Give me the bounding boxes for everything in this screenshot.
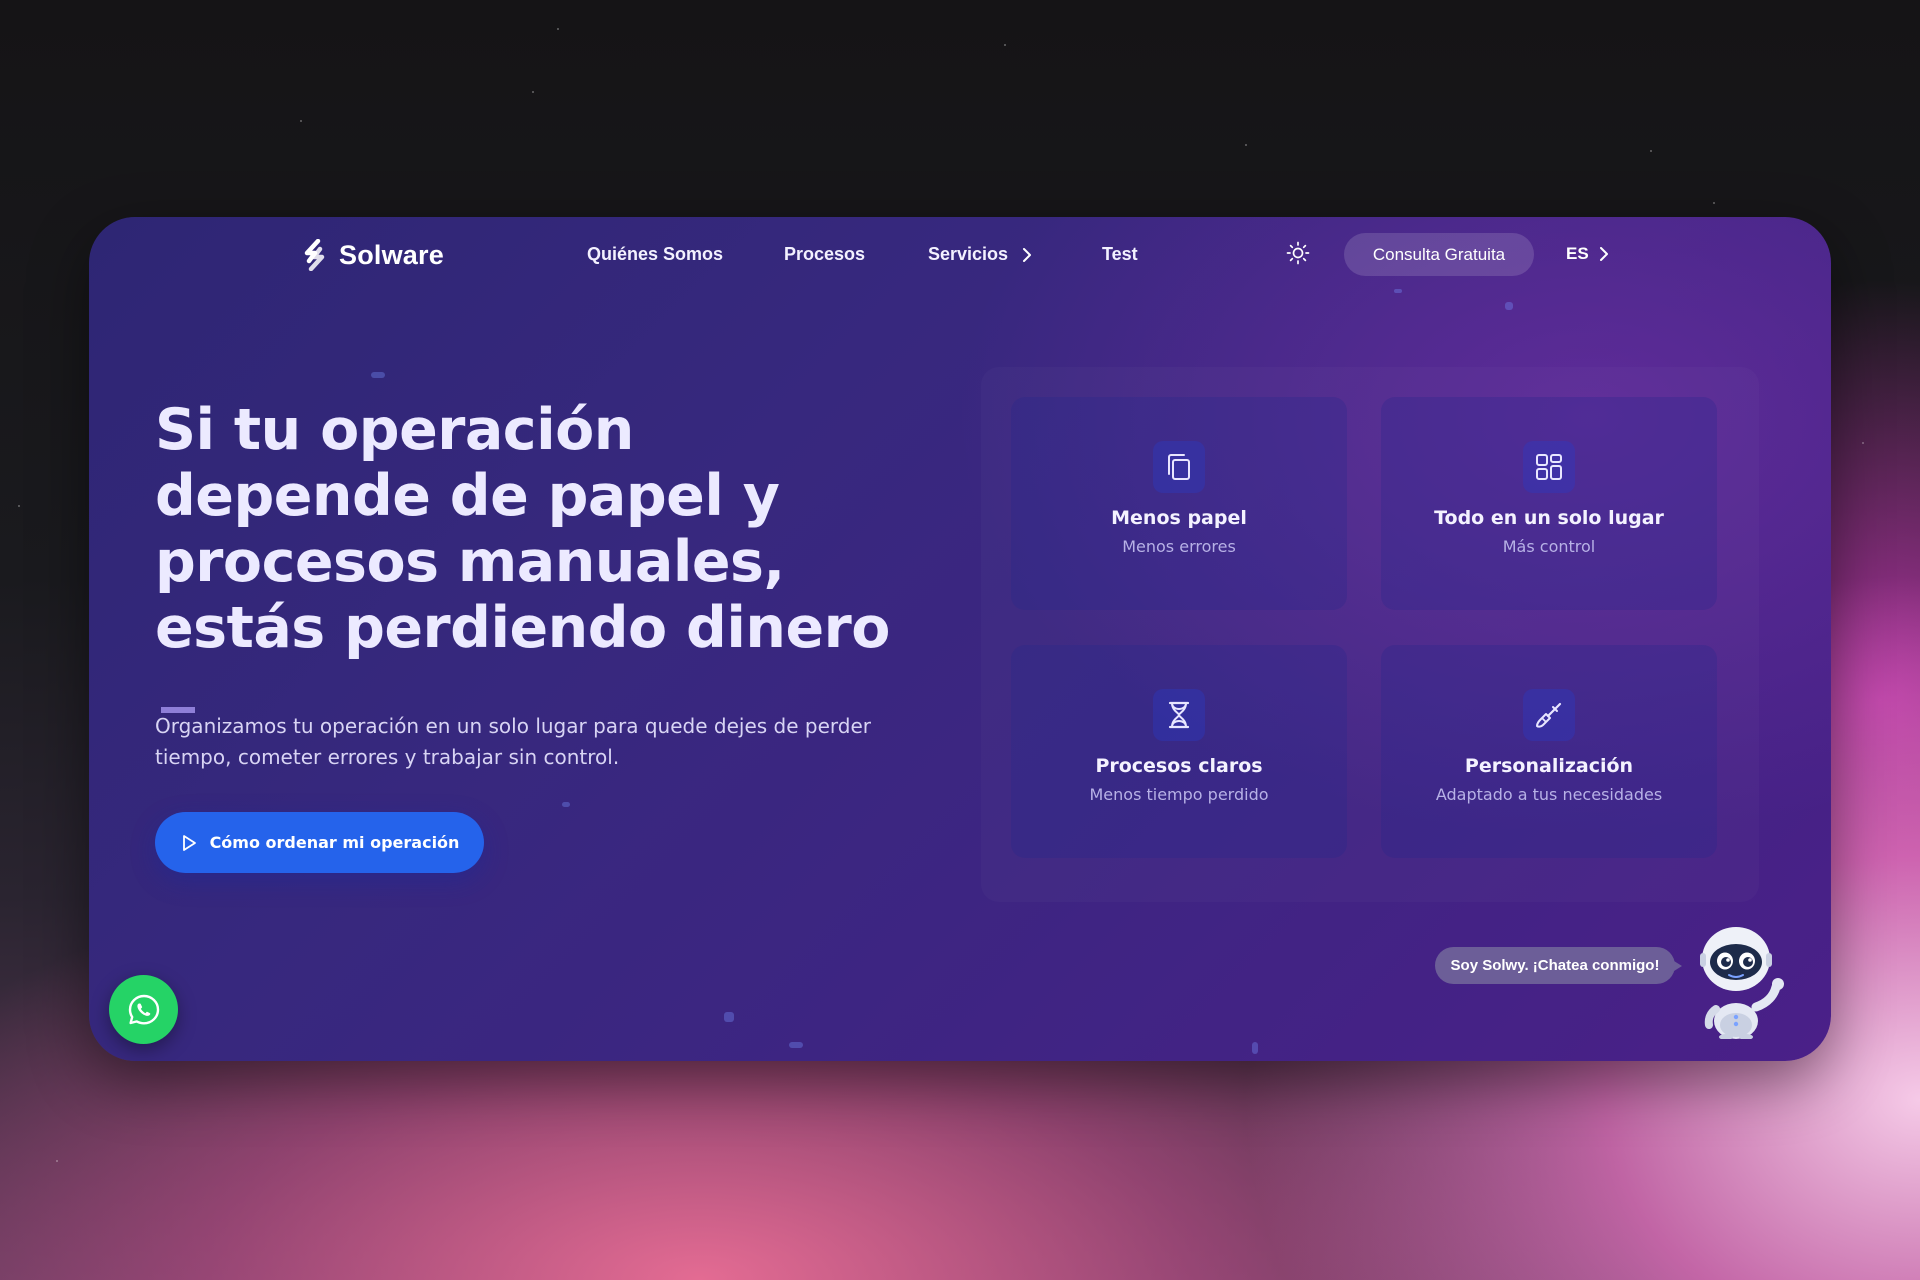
hero-title-text: Si tu operación depende de papel y proce… <box>155 397 890 661</box>
paintbrush-icon <box>1536 702 1562 728</box>
feature-card-todo-en-un-lugar: Todo en un solo lugar Más control <box>1381 397 1717 610</box>
decor-particle <box>789 1042 803 1048</box>
feature-title: Menos papel <box>1111 507 1247 529</box>
nav-link-label: Procesos <box>784 244 866 264</box>
nav-link-label: Quiénes Somos <box>587 244 724 264</box>
copy-icon <box>1168 454 1190 480</box>
decor-particle <box>1252 1042 1258 1054</box>
nav-link-label: Test <box>1102 244 1138 264</box>
feature-card-procesos-claros: Procesos claros Menos tiempo perdido <box>1011 645 1347 858</box>
features-grid: Menos papel Menos errores Todo en un sol… <box>981 367 1759 902</box>
decor-particle <box>371 372 385 378</box>
feature-subtitle: Menos errores <box>1122 537 1236 556</box>
nav-link-label: Servicios <box>928 244 1009 264</box>
sun-icon <box>1286 241 1310 265</box>
hero-subtitle: Organizamos tu operación en un solo luga… <box>155 714 871 769</box>
language-selector[interactable]: ES <box>1566 244 1609 264</box>
nav-link-quienes-somos[interactable]: Quiénes Somos <box>587 244 723 265</box>
feature-subtitle: Más control <box>1502 537 1596 556</box>
play-icon <box>182 834 196 851</box>
chevron-right-icon <box>1023 247 1032 262</box>
language-label: ES <box>1566 244 1589 263</box>
nav-link-servicios[interactable]: Servicios <box>928 244 1032 265</box>
robot-mascot-icon[interactable] <box>1694 921 1794 1039</box>
nav-link-procesos[interactable]: Procesos <box>784 244 865 265</box>
consulta-gratuita-button[interactable]: Consulta Gratuita <box>1344 233 1534 276</box>
hero-panel: Solware Quiénes Somos Procesos Servicios… <box>89 217 1831 1061</box>
hero-title: Si tu operación depende de papel y proce… <box>155 397 915 727</box>
decor-particle <box>1394 289 1402 293</box>
feature-subtitle: Adaptado a tus necesidades <box>1435 785 1663 804</box>
feature-card-menos-papel: Menos papel Menos errores <box>1011 397 1347 610</box>
hero-button-label: Cómo ordenar mi operación <box>209 833 460 852</box>
brand-name: Solware <box>339 239 444 270</box>
dashboard-icon <box>1536 454 1562 480</box>
decor-particle <box>1505 302 1513 310</box>
theme-toggle-button[interactable] <box>1286 241 1310 265</box>
feature-title: Personalización <box>1464 755 1634 777</box>
feature-card-personalizacion: Personalización Adaptado a tus necesidad… <box>1381 645 1717 858</box>
feature-title: Todo en un solo lugar <box>1434 507 1664 529</box>
feature-subtitle: Menos tiempo perdido <box>1089 785 1269 804</box>
chevron-right-icon <box>1599 247 1608 261</box>
whatsapp-button[interactable] <box>109 975 178 1044</box>
chat-bubble[interactable]: Soy Solwy. ¡Chatea conmigo! <box>1435 947 1682 984</box>
hourglass-icon <box>1168 701 1190 729</box>
decor-particle <box>724 1012 734 1022</box>
feature-title: Procesos claros <box>1095 755 1263 777</box>
decor-particle <box>562 802 570 807</box>
nav-link-test[interactable]: Test <box>1102 244 1138 265</box>
brand-logo[interactable]: Solware <box>301 239 444 271</box>
solware-logo-icon <box>304 239 325 271</box>
como-ordenar-button[interactable]: Cómo ordenar mi operación <box>155 812 484 873</box>
whatsapp-icon <box>128 994 159 1024</box>
